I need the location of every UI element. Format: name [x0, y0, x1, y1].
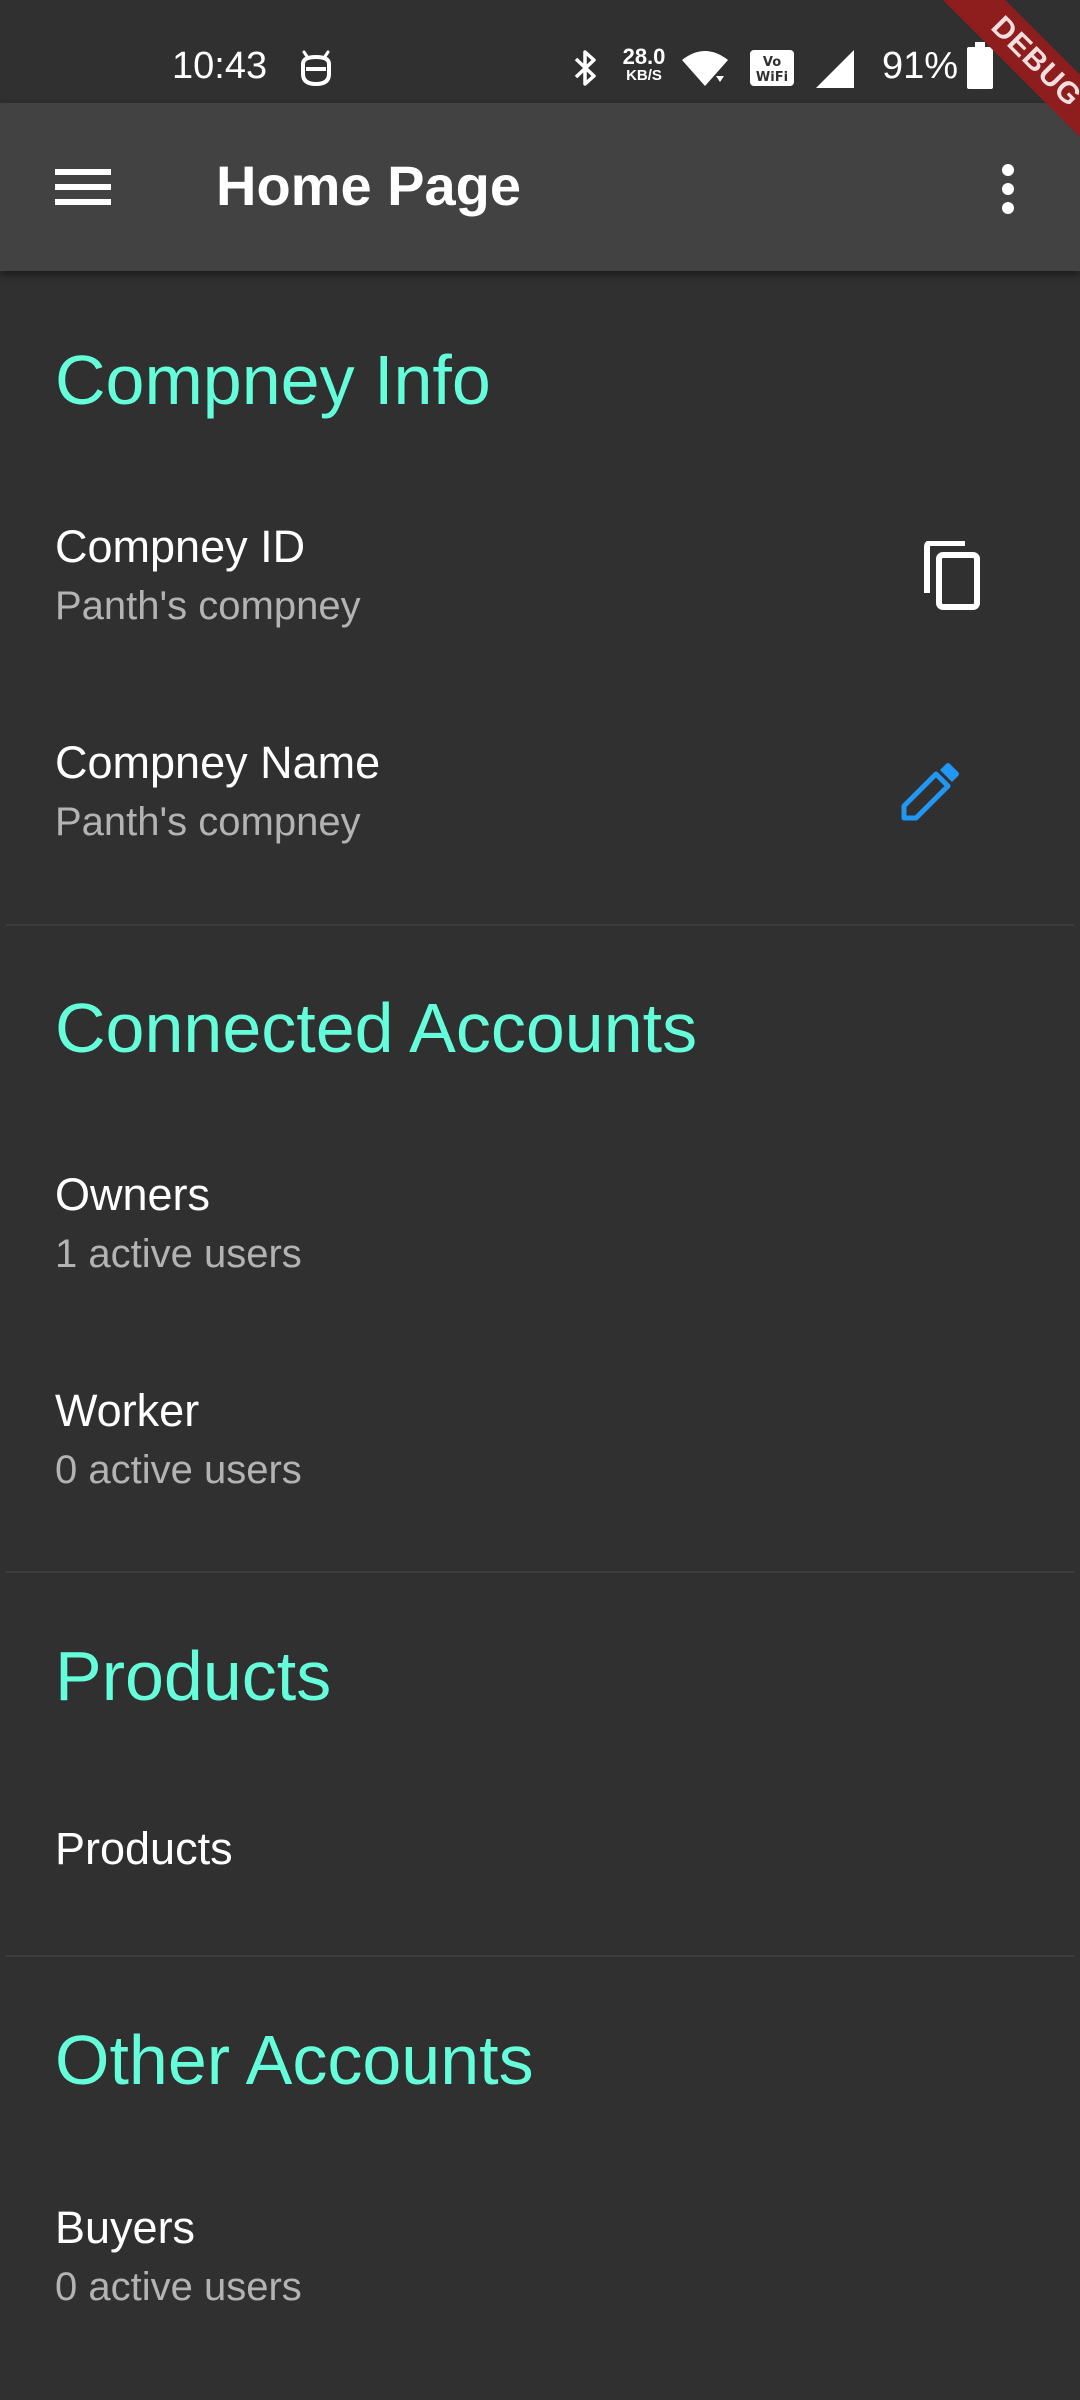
battery-icon	[966, 42, 994, 95]
wifi-icon	[680, 50, 730, 93]
status-time: 10:43	[172, 45, 268, 87]
battery-percent: 91%	[882, 45, 959, 87]
list-item-company-id[interactable]: Compney ID Panth's compney	[0, 502, 1080, 650]
list-item-title: Products	[55, 1823, 233, 1874]
network-speed-unit: KB/S	[626, 67, 662, 84]
svg-text:Vo: Vo	[763, 55, 781, 70]
bluetooth-icon	[570, 48, 600, 93]
copy-icon	[921, 539, 983, 616]
section-title-other-accounts: Other Accounts	[55, 2021, 534, 2099]
list-item-subtitle: 0 active users	[55, 1448, 302, 1492]
divider	[6, 1571, 1074, 1573]
copy-button[interactable]	[904, 530, 1000, 626]
app-bar: Home Page	[0, 103, 1080, 271]
edit-icon	[900, 762, 960, 827]
more-options-button[interactable]	[960, 143, 1056, 239]
list-item-title: Worker	[55, 1385, 200, 1436]
list-item-subtitle: Panth's compney	[55, 800, 361, 844]
list-item-subtitle: 1 active users	[55, 1232, 302, 1276]
vowifi-icon: Vo WiFi	[748, 48, 796, 93]
list-item-subtitle: 0 active users	[55, 2265, 302, 2309]
section-title-company-info: Compney Info	[55, 341, 491, 419]
list-item-products[interactable]: Products	[0, 1800, 1080, 1900]
divider	[6, 924, 1074, 926]
section-title-products: Products	[55, 1637, 332, 1715]
list-item-title: Compney ID	[55, 521, 306, 572]
svg-text:WiFi: WiFi	[756, 70, 788, 85]
list-item-owners[interactable]: Owners 1 active users	[0, 1150, 1080, 1298]
page-title: Home Page	[216, 154, 521, 217]
list-item-company-name[interactable]: Compney Name Panth's compney	[0, 718, 1080, 866]
list-item-buyers[interactable]: Buyers 0 active users	[0, 2183, 1080, 2331]
network-speed: 28.0 KB/S	[617, 46, 671, 84]
divider	[6, 1955, 1074, 1957]
edit-button[interactable]	[882, 746, 978, 842]
list-item-title: Compney Name	[55, 737, 381, 788]
menu-button[interactable]	[35, 141, 131, 237]
status-bar: 10:43 28.0 KB/S Vo WiFi 91%	[0, 0, 1080, 103]
list-item-title: Owners	[55, 1169, 211, 1220]
cell-signal-icon	[814, 48, 856, 95]
section-title-connected-accounts: Connected Accounts	[55, 989, 698, 1067]
more-vert-icon	[1000, 163, 1016, 220]
android-face-icon	[298, 48, 334, 93]
list-item-subtitle: Panth's compney	[55, 584, 361, 628]
list-item-worker[interactable]: Worker 0 active users	[0, 1366, 1080, 1514]
list-item-title: Buyers	[55, 2202, 196, 2253]
menu-icon	[55, 167, 111, 212]
network-speed-value: 28.0	[622, 44, 666, 69]
